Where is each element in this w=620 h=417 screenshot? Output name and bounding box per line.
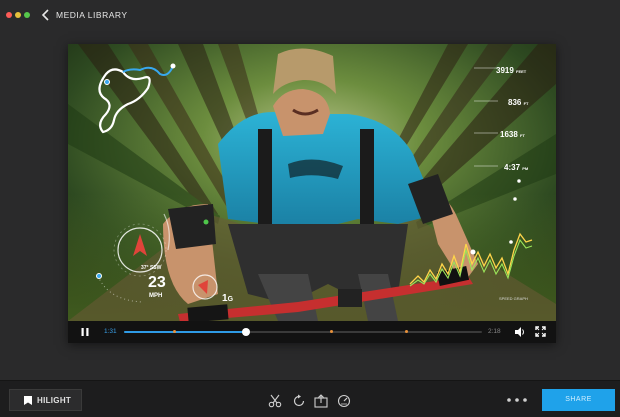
video-player: 3919 FEET 836 FT 1638 FT 4:37 PM 37° SSW… <box>68 44 556 343</box>
export-frame-icon[interactable] <box>314 394 328 408</box>
stat-distance-value: 836 <box>508 98 522 107</box>
minimize-window-button[interactable] <box>15 12 21 18</box>
more-options-icon[interactable] <box>507 398 531 402</box>
hilight-tag-icon <box>24 396 32 405</box>
scissors-icon[interactable] <box>268 394 282 408</box>
chapter-marker[interactable] <box>330 330 334 333</box>
pause-icon[interactable] <box>80 327 90 337</box>
speed-graph-label: SPEED GRAPH <box>499 296 528 301</box>
duration: 2:18 <box>488 328 501 335</box>
title-bar: MEDIA LIBRARY <box>0 0 620 30</box>
back-chevron-icon[interactable] <box>41 9 51 21</box>
chapter-marker[interactable] <box>172 330 176 333</box>
scrubber-handle[interactable] <box>241 328 250 336</box>
stat-clock-value: 4:37 <box>504 163 521 172</box>
gforce-readout: 1G <box>222 288 233 306</box>
hilight-label: HILIGHT <box>37 396 72 405</box>
heading-readout: 37° SSW <box>141 265 162 271</box>
share-label: SHARE <box>565 396 592 403</box>
share-button[interactable]: SHARE <box>542 389 615 411</box>
fullscreen-icon[interactable] <box>535 326 546 337</box>
bottom-toolbar: HILIGHT SHARE <box>0 380 620 417</box>
volume-icon[interactable] <box>514 326 526 338</box>
player-controls: 1:31 2:18 <box>68 321 556 343</box>
rotate-icon[interactable] <box>292 394 306 408</box>
speed-icon[interactable] <box>337 394 351 408</box>
speed-value: 23 <box>148 274 166 291</box>
stat-elevation: 3919 FEET <box>496 66 526 75</box>
scrubber-track[interactable] <box>124 328 482 336</box>
close-window-button[interactable] <box>6 12 12 18</box>
stat-elevation-value: 3919 <box>496 66 514 75</box>
stat-vertical-value: 1638 <box>500 130 518 139</box>
stat-distance: 836 FT <box>508 98 528 107</box>
chapter-marker[interactable] <box>405 330 409 333</box>
stat-vertical: 1638 FT <box>500 130 525 139</box>
scrubber-progress <box>124 331 246 333</box>
window-title: MEDIA LIBRARY <box>56 10 128 20</box>
stat-clock: 4:37 PM <box>504 163 528 172</box>
maximize-window-button[interactable] <box>24 12 30 18</box>
stat-distance-unit: FT <box>523 101 529 106</box>
stat-clock-unit: PM <box>522 166 529 171</box>
current-time: 1:31 <box>104 328 117 335</box>
video-image <box>68 44 556 321</box>
gforce-unit: G <box>227 296 234 303</box>
stat-elevation-unit: FEET <box>516 69 527 74</box>
stat-vertical-unit: FT <box>520 133 525 138</box>
hilight-button[interactable]: HILIGHT <box>9 389 82 411</box>
speed-unit: MPH <box>149 293 163 299</box>
video-frame[interactable]: 3919 FEET 836 FT 1638 FT 4:37 PM 37° SSW… <box>68 44 556 321</box>
